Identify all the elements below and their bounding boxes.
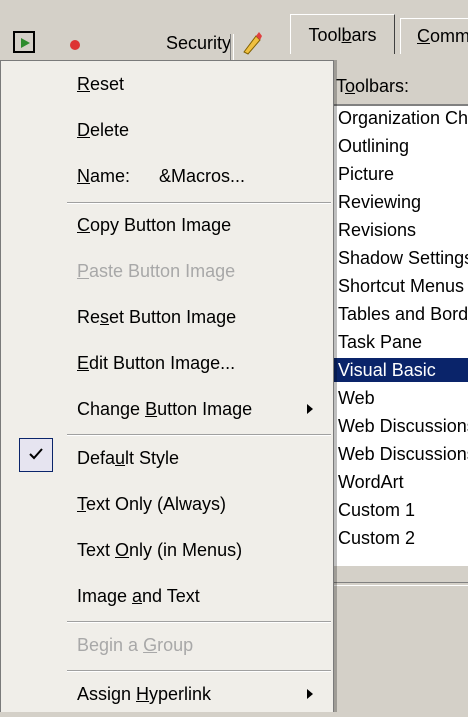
toolbar-list-item[interactable]: Custom 1 [334,498,468,522]
toolbar-list-item[interactable]: Web [334,386,468,410]
dialog-separator [332,582,468,586]
menu-item-reset-button-image[interactable]: Reset Button Image [1,294,334,340]
toolbar-list-item[interactable]: Reviewing [334,190,468,214]
toolbars-list[interactable]: Organization Chart Outlining Picture Review… [332,104,468,566]
toolbar-list-item[interactable]: Shortcut Menus [334,274,468,298]
toolbar-list-item[interactable]: Picture [334,162,468,186]
menu-item-edit-button-image[interactable]: Edit Button Image... [1,340,334,386]
tab-commands[interactable]: Commands [400,18,468,54]
menu-item-change-button-image[interactable]: Change Button Image [1,386,334,432]
submenu-arrow-icon [307,689,313,699]
list-footer [332,566,468,582]
menu-item-text-only-always[interactable]: Text Only (Always) [1,481,334,527]
security-icon [70,40,80,50]
menu-item-copy-button-image[interactable]: Copy Button Image [1,202,334,248]
toolbar-list-item[interactable]: Task Pane [334,330,468,354]
run-macro-button[interactable] [13,31,35,53]
toolbar-list-item[interactable]: Tables and Borders [334,302,468,326]
design-mode-icon[interactable] [240,30,262,56]
toolbar-list-item[interactable]: Outlining [334,134,468,158]
toolbar-list-item[interactable]: Shadow Settings [334,246,468,270]
toolbar-strip: Security [0,0,268,68]
menu-item-name[interactable]: Name: &Macros... [1,153,334,199]
menu-item-assign-hyperlink[interactable]: Assign Hyperlink [1,671,334,717]
tab-toolbars[interactable]: Toolbars [290,14,395,54]
menu-item-reset[interactable]: Reset [1,61,334,107]
toolbar-list-item[interactable]: Custom 2 [334,526,468,550]
menu-item-begin-a-group: Begin a Group [77,635,194,655]
toolbar-list-item[interactable]: Web Discussions [334,442,468,466]
toolbar-list-item[interactable]: Web Discussions [334,414,468,438]
toolbar-list-item[interactable]: Revisions [334,218,468,242]
name-field[interactable]: &Macros... [159,153,245,199]
toolbar-list-item[interactable]: Visual Basic [334,358,468,382]
button-context-menu: Reset Delete Name: &Macros... Copy Butto… [0,60,334,712]
menu-item-default-style[interactable]: Default Style [1,435,334,481]
toolbars-heading: Toolbars: [336,76,410,96]
play-icon [21,38,30,48]
toolbar-list-item[interactable]: WordArt [334,470,468,494]
toolbar-list-item[interactable]: Organization Chart [334,106,468,130]
submenu-arrow-icon [307,404,313,414]
menu-item-image-and-text[interactable]: Image and Text [1,573,334,619]
menu-item-text-only-menus[interactable]: Text Only (in Menus) [1,527,334,573]
menu-item-delete[interactable]: Delete [1,107,334,153]
menu-item-paste-button-image: Paste Button Image [77,261,236,281]
security-label: Security [166,33,232,53]
